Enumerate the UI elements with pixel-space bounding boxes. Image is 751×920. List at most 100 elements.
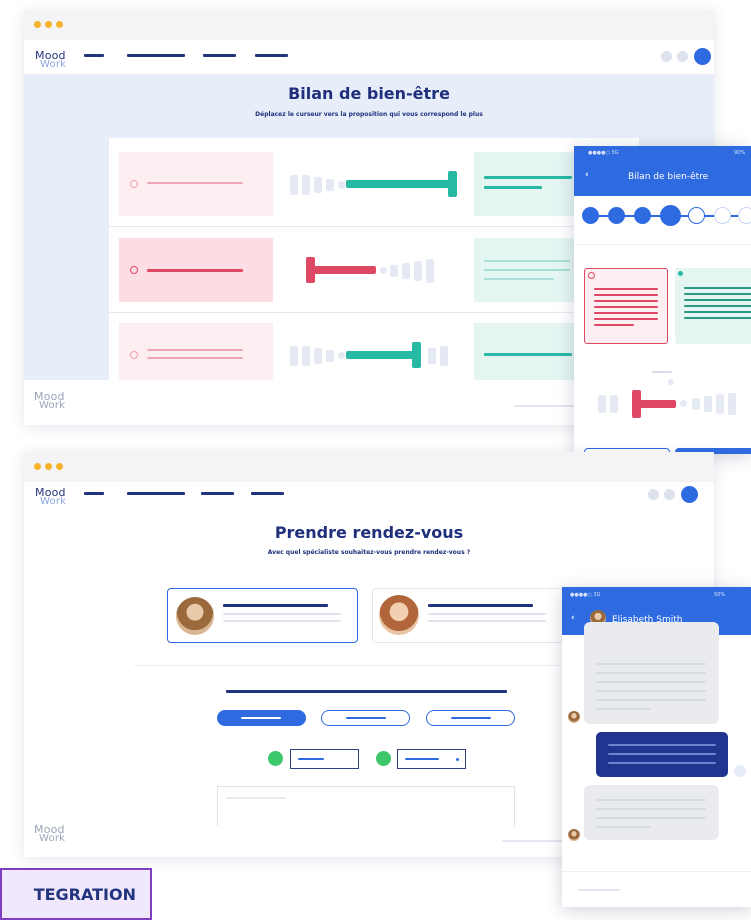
nav-circle[interactable] [648, 489, 659, 500]
mobile-option-right[interactable] [675, 268, 751, 344]
alert-icon [588, 272, 595, 279]
progress-step-done[interactable] [608, 207, 625, 224]
slider-step [290, 346, 298, 366]
section-heading-line [226, 690, 507, 693]
nav-item[interactable] [127, 54, 185, 57]
nav-circle[interactable] [677, 51, 688, 62]
slider-step [610, 395, 618, 413]
logo[interactable]: Mood Work [35, 487, 66, 507]
logo-line2: Work [40, 59, 67, 70]
slider-2[interactable] [288, 256, 468, 284]
mobile-header-title: Bilan de bien-être [628, 172, 709, 182]
chevron-down-icon [456, 758, 459, 761]
option-text-line [147, 349, 243, 351]
nav-item[interactable] [255, 54, 288, 57]
time-select[interactable] [397, 749, 466, 769]
row-divider [109, 226, 639, 227]
window-dot[interactable] [45, 21, 52, 28]
pill-label-line [451, 717, 491, 719]
section-divider [134, 665, 564, 666]
back-icon[interactable]: ‹ [571, 613, 575, 623]
message-line [596, 699, 706, 701]
message-line [596, 808, 706, 810]
message-textarea[interactable] [217, 786, 515, 826]
window-dot[interactable] [56, 21, 63, 28]
footer-logo[interactable]: Mood Work [34, 824, 65, 844]
option-pill[interactable] [426, 710, 515, 726]
slider-3[interactable] [288, 341, 468, 369]
sender-avatar [568, 829, 580, 841]
chat-bubble-received [584, 785, 719, 840]
mobile-option-line [684, 305, 751, 307]
mobile-assessment: ●●●●○ 3G 90% ‹ Bilan de bien-être [574, 146, 751, 454]
alert-icon [130, 351, 138, 359]
slider-track [314, 266, 376, 274]
mobile-option-line [594, 312, 658, 314]
window-dot[interactable] [34, 463, 41, 470]
option-text-line [147, 357, 243, 359]
progress-step[interactable] [688, 207, 705, 224]
slider-step [338, 352, 345, 359]
window-dot[interactable] [56, 463, 63, 470]
chat-input-bar[interactable] [562, 871, 751, 907]
status-battery: 90% [734, 150, 746, 156]
mobile-chat: ●●●●○ 3G 50% ‹ Elisabeth Smith [562, 587, 751, 907]
nav-item[interactable] [251, 492, 284, 495]
page-subtitle: Déplacez le curseur vers la proposition … [255, 111, 483, 118]
option-pill[interactable] [321, 710, 410, 726]
specialist-card[interactable] [372, 588, 563, 643]
back-icon[interactable]: ‹ [585, 170, 589, 180]
user-avatar-button[interactable] [694, 48, 711, 65]
message-line [596, 690, 706, 692]
slider-step [680, 400, 687, 407]
progress-step-done[interactable] [582, 207, 599, 224]
slider-step [338, 181, 346, 189]
slider-step [314, 348, 322, 364]
option-text-line [484, 353, 572, 356]
nav-item[interactable] [84, 492, 104, 495]
mobile-option-left[interactable] [584, 268, 668, 344]
nav-circle[interactable] [664, 489, 675, 500]
slider-step [326, 350, 334, 362]
window-dot[interactable] [34, 21, 41, 28]
option-text-line [147, 182, 243, 184]
mobile-option-line [594, 288, 658, 290]
nav-item[interactable] [203, 54, 236, 57]
mobile-option-line [684, 299, 751, 301]
mobile-option-line [684, 311, 751, 313]
progress-step-current[interactable] [660, 205, 681, 226]
user-avatar-button[interactable] [681, 486, 698, 503]
specialist-avatar [379, 595, 419, 635]
option-pill-selected[interactable] [217, 710, 306, 726]
footer-logo[interactable]: Mood Work [34, 391, 65, 411]
message-line [596, 681, 706, 683]
nav-item[interactable] [127, 492, 185, 495]
nav-circle[interactable] [661, 51, 672, 62]
option-left-1[interactable] [119, 152, 273, 216]
window-dot[interactable] [45, 463, 52, 470]
mobile-slider[interactable] [598, 389, 748, 419]
mobile-divider [574, 244, 751, 245]
logo[interactable]: Mood Work [35, 50, 67, 70]
slider-1[interactable] [288, 170, 468, 198]
slider-handle[interactable] [412, 342, 421, 368]
alert-icon [130, 180, 138, 188]
check-icon [678, 271, 683, 276]
pill-label-line [241, 717, 281, 719]
slider-handle[interactable] [448, 171, 457, 197]
progress-step[interactable] [714, 207, 731, 224]
date-field[interactable] [290, 749, 359, 769]
progress-step-done[interactable] [634, 207, 651, 224]
sender-avatar [568, 711, 580, 723]
progress-step[interactable] [738, 207, 751, 224]
time-value-line [405, 758, 439, 760]
slider-step [290, 175, 298, 195]
window-titlebar [24, 452, 714, 482]
option-text-line [484, 186, 542, 189]
option-left-3[interactable] [119, 323, 273, 380]
nav-item[interactable] [201, 492, 234, 495]
nav-item[interactable] [84, 54, 104, 57]
slider-track [640, 400, 676, 408]
slider-step [716, 394, 724, 414]
specialist-card-selected[interactable] [167, 588, 358, 643]
